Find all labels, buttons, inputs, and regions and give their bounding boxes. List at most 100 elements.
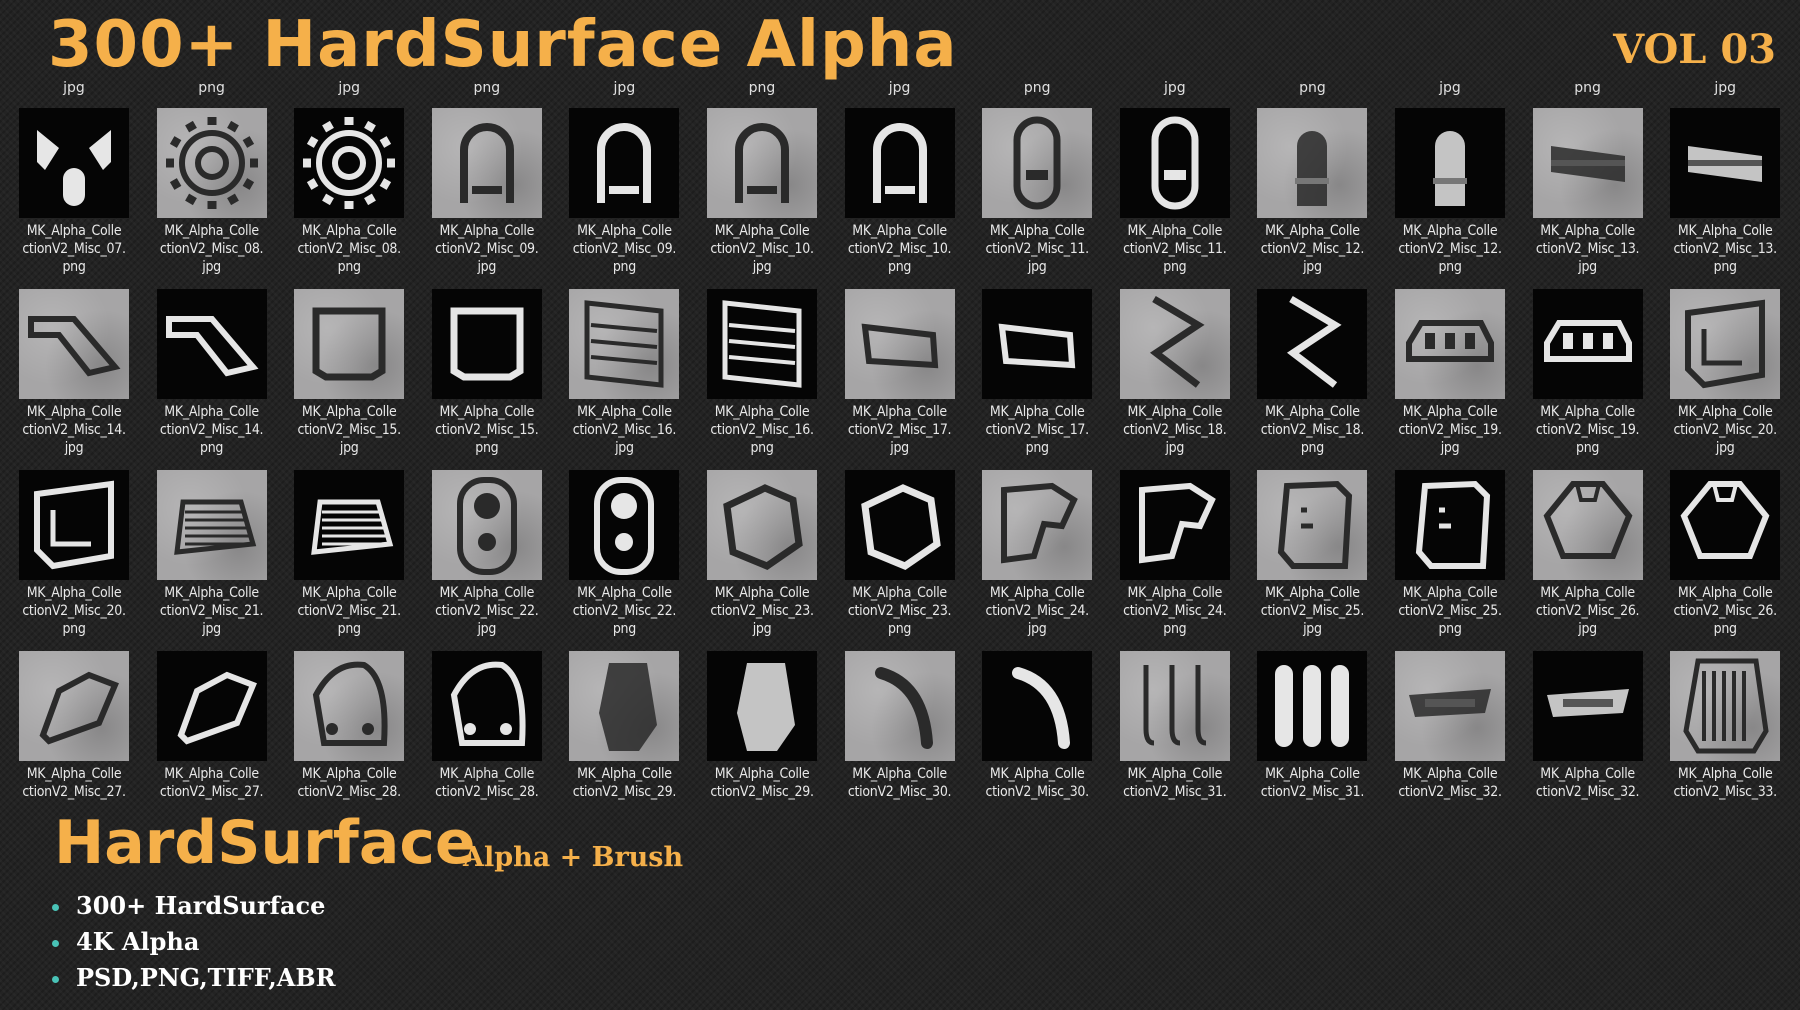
alpha-thumbnail[interactable]	[1395, 108, 1505, 218]
notched-panel-icon	[1415, 480, 1491, 569]
file-extension-label: png	[1713, 259, 1737, 275]
file-extension-label: png	[612, 259, 636, 275]
alpha-thumbnail[interactable]	[1532, 470, 1643, 580]
thumbnail-filename: MK_Alpha_Colle ctionV2_Misc_29.	[694, 765, 830, 801]
alpha-thumbnail[interactable]	[1670, 108, 1781, 218]
alpha-thumbnail[interactable]	[431, 470, 542, 580]
alpha-thumbnail[interactable]	[1257, 289, 1368, 399]
alpha-thumbnail[interactable]	[1119, 289, 1230, 399]
file-extension-label: jpg	[477, 259, 497, 275]
alpha-thumbnail[interactable]	[569, 108, 680, 218]
file-extension-label: png	[475, 440, 499, 456]
alpha-thumbnail[interactable]	[156, 108, 267, 218]
filename-line-1: MK_Alpha_Colle	[1402, 223, 1498, 239]
thumbnail-filename: MK_Alpha_Colle ctionV2_Misc_25. jpg	[1244, 584, 1380, 638]
alpha-thumbnail[interactable]	[707, 470, 817, 580]
filename-line-1: MK_Alpha_Colle	[301, 585, 397, 601]
polygon-icon	[723, 484, 803, 570]
filename-line-1: MK_Alpha_Colle	[164, 766, 259, 782]
alpha-thumbnail[interactable]	[294, 289, 405, 399]
feature-text: 4K Alpha	[76, 927, 200, 956]
thumbnail-filename: MK_Alpha_Colle ctionV2_Misc_23. jpg	[694, 584, 830, 638]
filename-line-2: ctionV2_Misc_29.	[710, 784, 814, 800]
thumbnail-filename: MK_Alpha_Colle ctionV2_Misc_17. jpg	[832, 403, 968, 457]
alpha-thumbnail[interactable]	[1532, 108, 1643, 218]
alpha-thumbnail[interactable]	[431, 651, 542, 761]
thumbnail-filename: MK_Alpha_Colle ctionV2_Misc_09. jpg	[419, 222, 555, 276]
alpha-thumbnail[interactable]	[844, 289, 955, 399]
alpha-thumbnail[interactable]	[1257, 651, 1368, 761]
thumbnail-filename: MK_Alpha_Colle ctionV2_Misc_23. png	[832, 584, 968, 638]
filename-line-1: MK_Alpha_Colle	[1127, 404, 1223, 420]
filename-line-2: ctionV2_Misc_24.	[985, 603, 1090, 619]
seat-panel-icon	[177, 671, 257, 745]
filename-line-2: ctionV2_Misc_15.	[297, 422, 402, 438]
file-extension-label: png	[337, 621, 361, 637]
filename-line-1: MK_Alpha_Colle	[164, 223, 259, 239]
filename-line-1: MK_Alpha_Colle	[852, 404, 947, 420]
alpha-thumbnail[interactable]	[569, 470, 680, 580]
alpha-thumbnail[interactable]	[844, 651, 955, 761]
alpha-thumbnail[interactable]	[1257, 470, 1368, 580]
thumbnail-filename: MK_Alpha_Colle ctionV2_Misc_10. png	[832, 222, 968, 276]
alpha-thumbnail[interactable]	[1670, 289, 1781, 399]
thumbnail-filename: MK_Alpha_Colle ctionV2_Misc_31.	[1107, 765, 1243, 801]
alpha-thumbnail[interactable]	[431, 289, 542, 399]
thumbnail-filename: MK_Alpha_Colle ctionV2_Misc_21. jpg	[144, 584, 280, 638]
alpha-thumbnail[interactable]	[1257, 108, 1368, 218]
alpha-thumbnail[interactable]	[1670, 651, 1781, 761]
alpha-thumbnail[interactable]	[19, 108, 129, 218]
filename-line-2: ctionV2_Misc_13.	[1673, 241, 1778, 257]
filename-line-1: MK_Alpha_Colle	[989, 585, 1085, 601]
thumbnail-filename: MK_Alpha_Colle ctionV2_Misc_31.	[1244, 765, 1380, 801]
file-extension-label: jpg	[1439, 80, 1461, 96]
alpha-thumbnail[interactable]	[982, 651, 1093, 761]
alpha-thumbnail[interactable]	[19, 289, 129, 399]
thumbnail-filename: MK_Alpha_Colle ctionV2_Misc_25. png	[1382, 584, 1518, 638]
bullet-icon	[52, 904, 59, 911]
alpha-thumbnail[interactable]	[569, 651, 680, 761]
thumbnail-filename: MK_Alpha_Colle ctionV2_Misc_09. png	[556, 222, 692, 276]
alpha-thumbnail[interactable]	[982, 470, 1093, 580]
filename-line-2: ctionV2_Misc_25.	[1260, 603, 1365, 619]
alpha-thumbnail[interactable]	[1395, 470, 1505, 580]
alpha-thumbnail[interactable]	[569, 289, 680, 399]
feature-item: PSD,PNG,TIFF,ABR	[50, 960, 336, 996]
filename-line-2: ctionV2_Misc_11.	[985, 241, 1090, 257]
alpha-thumbnail[interactable]	[1670, 470, 1781, 580]
alpha-thumbnail[interactable]	[982, 108, 1093, 218]
file-extension-label: jpg	[64, 440, 84, 456]
slant-panel-icon	[28, 316, 121, 377]
alpha-thumbnail[interactable]	[156, 651, 267, 761]
filename-line-2: ctionV2_Misc_16.	[572, 422, 677, 438]
alpha-thumbnail[interactable]	[707, 289, 817, 399]
alpha-thumbnail[interactable]	[1395, 651, 1505, 761]
alpha-thumbnail[interactable]	[19, 651, 129, 761]
alpha-thumbnail[interactable]	[844, 108, 955, 218]
filename-line-1: MK_Alpha_Colle	[164, 404, 259, 420]
thumbnail-filename: MK_Alpha_Colle ctionV2_Misc_19. png	[1520, 403, 1656, 457]
bullet-icon	[52, 940, 59, 947]
alpha-thumbnail[interactable]	[294, 108, 405, 218]
alpha-thumbnail[interactable]	[294, 470, 405, 580]
alpha-thumbnail[interactable]	[431, 108, 542, 218]
alpha-thumbnail[interactable]	[707, 108, 817, 218]
vent-grate-icon	[1683, 658, 1769, 754]
alpha-thumbnail[interactable]	[156, 470, 267, 580]
rounded-triangle-icon	[450, 661, 526, 746]
filename-line-2: ctionV2_Misc_12.	[1398, 241, 1502, 257]
zigzag-icon	[1287, 295, 1342, 388]
alpha-thumbnail[interactable]	[19, 470, 129, 580]
filename-line-1: MK_Alpha_Colle	[577, 766, 672, 782]
alpha-thumbnail[interactable]	[1119, 651, 1230, 761]
alpha-thumbnail[interactable]	[1395, 289, 1505, 399]
alpha-thumbnail[interactable]	[1532, 651, 1643, 761]
alpha-thumbnail[interactable]	[707, 651, 817, 761]
alpha-thumbnail[interactable]	[844, 470, 955, 580]
alpha-thumbnail[interactable]	[1119, 108, 1230, 218]
alpha-thumbnail[interactable]	[1532, 289, 1643, 399]
alpha-thumbnail[interactable]	[294, 651, 405, 761]
alpha-thumbnail[interactable]	[982, 289, 1093, 399]
alpha-thumbnail[interactable]	[1119, 470, 1230, 580]
alpha-thumbnail[interactable]	[156, 289, 267, 399]
